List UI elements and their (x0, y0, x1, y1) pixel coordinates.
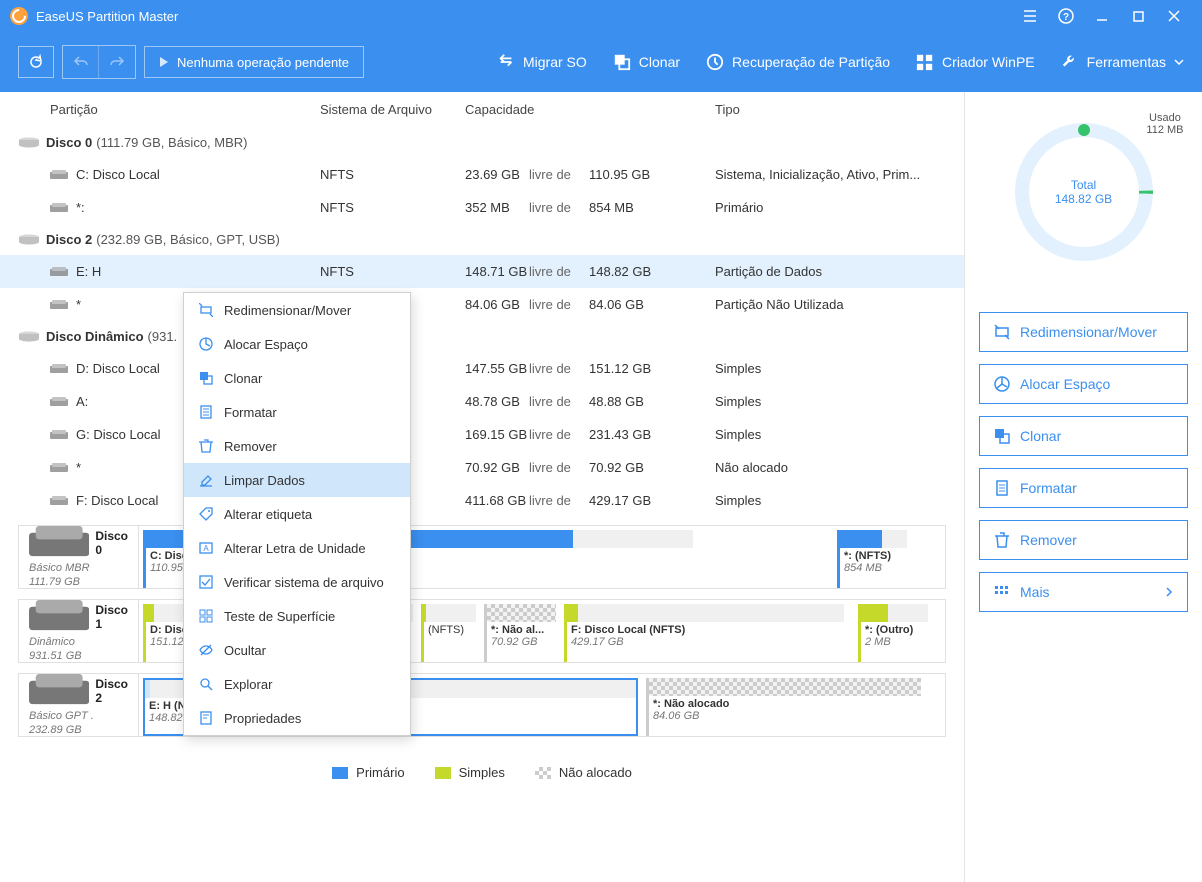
surface-icon (198, 608, 214, 624)
clone-button[interactable]: Clonar (613, 53, 680, 71)
diskbar-segment[interactable]: *: Não alocado84.06 GB (646, 678, 921, 736)
donut-used-value: 112 MB (1146, 124, 1183, 136)
partition-row[interactable]: E: H NFTS 148.71 GBlivre de148.82 GB Par… (0, 255, 964, 288)
tools-dropdown[interactable]: Ferramentas (1061, 53, 1184, 71)
letter-icon: A (198, 540, 214, 556)
legend-primary-swatch (332, 767, 348, 779)
donut-used-label: Usado (1146, 112, 1183, 124)
col-filesystem: Sistema de Arquivo (320, 102, 465, 117)
help-icon[interactable]: ? (1048, 0, 1084, 32)
partition-row[interactable]: *: NFTS 352 MBlivre de854 MB Primário (0, 191, 964, 224)
svg-text:?: ? (1063, 12, 1069, 23)
context-menu-item[interactable]: Teste de Superfície (184, 599, 410, 633)
check-icon (198, 574, 214, 590)
refresh-button[interactable] (18, 46, 54, 78)
sidebar: Usado 112 MB Total 148.82 GB Redimension… (964, 92, 1202, 882)
diskbar-row[interactable]: Disco 0 Básico MBR 111.79 GB C: Disc110.… (18, 525, 946, 589)
legend-unalloc-label: Não alocado (559, 765, 632, 780)
diskbar-segment[interactable]: *: (NFTS)854 MB (837, 530, 907, 588)
redo-button[interactable] (99, 46, 135, 78)
diskbar-row[interactable]: Disco 2 Básico GPT . 232.89 GB E: H (NFT… (18, 673, 946, 737)
winpe-creator-button[interactable]: Criador WinPE (916, 53, 1035, 71)
context-menu-item[interactable]: Alterar etiqueta (184, 497, 410, 531)
legend-unalloc-swatch (535, 767, 551, 779)
partition-row[interactable]: D: Disco Local 147.55 GBlivre de151.12 G… (0, 352, 964, 385)
titlebar: EaseUS Partition Master ? (0, 0, 1202, 32)
maximize-button[interactable] (1120, 0, 1156, 32)
diskbar-segment[interactable]: *: Não al...70.92 GB (484, 604, 556, 662)
side-resize-button[interactable]: Redimensionar/Mover (979, 312, 1188, 352)
partition-row[interactable]: * 70.92 GBlivre de70.92 GB Não alocado (0, 451, 964, 484)
context-menu-item[interactable]: AAlterar Letra de Unidade (184, 531, 410, 565)
partition-recovery-button[interactable]: Recuperação de Partição (706, 53, 890, 71)
legend-primary-label: Primário (356, 765, 404, 780)
diskbar-segment[interactable]: (NFTS) (421, 604, 476, 662)
partition-row[interactable]: * 84.06 GBlivre de84.06 GB Partição Não … (0, 288, 964, 321)
diskbar-segment[interactable]: F: Disco Local (NFTS)429.17 GB (564, 604, 844, 662)
pending-label: Nenhuma operação pendente (177, 55, 349, 70)
diskbar-label: Disco 1 Dinâmico 931.51 GB (19, 600, 139, 662)
disk-title[interactable]: Disco 2 (232.89 GB, Básico, GPT, USB) (0, 224, 964, 255)
toolbar: Nenhuma operação pendente Migrar SO Clon… (0, 32, 1202, 92)
close-button[interactable] (1156, 0, 1192, 32)
context-menu: Redimensionar/MoverAlocar EspaçoClonarFo… (183, 292, 411, 736)
resize-icon (198, 302, 214, 318)
app-logo-icon (10, 7, 28, 25)
undo-button[interactable] (63, 46, 99, 78)
app-title: EaseUS Partition Master (36, 9, 1012, 24)
context-menu-item[interactable]: Ocultar (184, 633, 410, 667)
col-partition: Partição (50, 102, 320, 117)
usage-donut: Usado 112 MB Total 148.82 GB (1004, 112, 1164, 272)
format-icon (198, 404, 214, 420)
context-menu-item[interactable]: Alocar Espaço (184, 327, 410, 361)
table-header: Partição Sistema de Arquivo Capacidade T… (0, 92, 964, 127)
donut-total-label: Total (1055, 178, 1112, 192)
side-clone-button[interactable]: Clonar (979, 416, 1188, 456)
migrate-os-button[interactable]: Migrar SO (497, 53, 587, 71)
legend: Primário Simples Não alocado (0, 755, 964, 790)
partition-row[interactable]: A: 48.78 GBlivre de48.88 GB Simples (0, 385, 964, 418)
side-format-button[interactable]: Formatar (979, 468, 1188, 508)
wipe-icon (198, 472, 214, 488)
context-menu-item[interactable]: Limpar Dados (184, 463, 410, 497)
allocate-icon (198, 336, 214, 352)
diskbar-label: Disco 0 Básico MBR 111.79 GB (19, 526, 139, 588)
minimize-button[interactable] (1084, 0, 1120, 32)
partition-row[interactable]: G: Disco Local 169.15 GBlivre de231.43 G… (0, 418, 964, 451)
diskbar-row[interactable]: Disco 1 Dinâmico 931.51 GB D: Disc151.12… (18, 599, 946, 663)
col-capacity: Capacidade (465, 102, 715, 117)
diskbar-segment[interactable]: *: (Outro)2 MB (858, 604, 928, 662)
diskbar-label: Disco 2 Básico GPT . 232.89 GB (19, 674, 139, 736)
pending-operations[interactable]: Nenhuma operação pendente (144, 46, 364, 78)
col-type: Tipo (715, 102, 934, 117)
disk-title[interactable]: Disco 0 (111.79 GB, Básico, MBR) (0, 127, 964, 158)
explore-icon (198, 676, 214, 692)
hide-icon (198, 642, 214, 658)
donut-total-value: 148.82 GB (1055, 192, 1112, 206)
legend-simple-label: Simples (459, 765, 505, 780)
legend-simple-swatch (435, 767, 451, 779)
context-menu-item[interactable]: Verificar sistema de arquivo (184, 565, 410, 599)
list-icon[interactable] (1012, 0, 1048, 32)
context-menu-item[interactable]: Remover (184, 429, 410, 463)
clone-icon (198, 370, 214, 386)
props-icon (198, 710, 214, 726)
disk-title[interactable]: Disco Dinâmico (931. (0, 321, 964, 352)
side-more-button[interactable]: Mais (979, 572, 1188, 612)
context-menu-item[interactable]: Redimensionar/Mover (184, 293, 410, 327)
label-icon (198, 506, 214, 522)
remove-icon (198, 438, 214, 454)
context-menu-item[interactable]: Clonar (184, 361, 410, 395)
partition-row[interactable]: C: Disco Local NFTS 23.69 GBlivre de110.… (0, 158, 964, 191)
side-remove-button[interactable]: Remover (979, 520, 1188, 560)
svg-text:A: A (203, 544, 209, 553)
context-menu-item[interactable]: Explorar (184, 667, 410, 701)
context-menu-item[interactable]: Formatar (184, 395, 410, 429)
side-allocate-button[interactable]: Alocar Espaço (979, 364, 1188, 404)
context-menu-item[interactable]: Propriedades (184, 701, 410, 735)
partition-row[interactable]: F: Disco Local 411.68 GBlivre de429.17 G… (0, 484, 964, 517)
